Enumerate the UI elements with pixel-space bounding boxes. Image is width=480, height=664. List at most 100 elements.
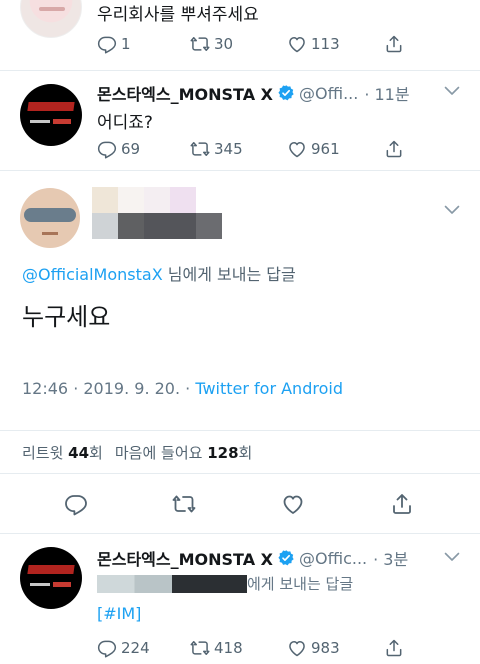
tweet-actions: 69 345 961 bbox=[97, 137, 467, 161]
retweet-count: 30 bbox=[214, 35, 234, 53]
tweet-text: 누구세요 bbox=[22, 303, 111, 331]
heart-icon bbox=[287, 139, 307, 159]
reply-count: 69 bbox=[121, 140, 141, 158]
redacted-handle-block bbox=[118, 213, 144, 239]
reply-to-suffix: 님에게 보내는 답글 bbox=[162, 265, 296, 284]
like-button[interactable]: 961 bbox=[287, 137, 340, 161]
reply-icon bbox=[97, 638, 117, 658]
reply-icon bbox=[97, 139, 117, 159]
tweet-text: 우리회사를 뿌셔주세요 bbox=[97, 5, 259, 25]
like-button[interactable]: 983 bbox=[287, 636, 340, 660]
retweet-stat-count: 44 bbox=[68, 443, 90, 462]
album-logo-shape bbox=[30, 120, 50, 123]
like-stat[interactable]: 마음에 들어요 128회 bbox=[115, 442, 252, 463]
tweet-source-link[interactable]: Twitter for Android bbox=[195, 379, 343, 398]
reply-button[interactable]: 1 bbox=[97, 32, 131, 56]
tweet-text: 어디죠? bbox=[97, 113, 153, 133]
like-button[interactable]: 113 bbox=[287, 32, 340, 56]
hashtag-text[interactable]: [#IM] bbox=[97, 604, 141, 623]
redacted-name-block bbox=[92, 187, 118, 213]
retweet-icon[interactable] bbox=[172, 492, 196, 516]
retweet-stat[interactable]: 리트윗 44회 bbox=[22, 442, 103, 463]
reply-to-handle-link[interactable]: @OfficialMonstaX bbox=[22, 265, 163, 284]
like-stat-label: 마음에 들어요 bbox=[114, 443, 208, 462]
monstax-avatar[interactable] bbox=[20, 547, 82, 609]
retweet-stat-label: 리트윗 bbox=[22, 443, 69, 462]
share-icon bbox=[384, 139, 404, 159]
retweet-icon bbox=[190, 638, 210, 658]
focused-tweet: @OfficialMonstaX 님에게 보내는 답글 누구세요 12:46 ·… bbox=[0, 170, 480, 445]
share-icon bbox=[384, 34, 404, 54]
retweet-button[interactable]: 30 bbox=[190, 32, 233, 56]
chevron-down-icon[interactable] bbox=[444, 86, 460, 96]
share-button[interactable] bbox=[384, 137, 408, 161]
heart-icon bbox=[287, 34, 307, 54]
avatar-mouth-shape bbox=[39, 7, 65, 11]
reply-tweet[interactable]: 몬스타엑스_MONSTA X @Offic... · 3분 에게 보내는 답글 … bbox=[0, 534, 480, 664]
retweet-stat-unit: 회 bbox=[89, 443, 103, 462]
like-count: 113 bbox=[311, 35, 340, 53]
album-logo-shape bbox=[53, 119, 71, 124]
verified-badge-icon bbox=[277, 549, 295, 567]
engagement-stats: 리트윗 44회 마음에 들어요 128회 bbox=[0, 430, 480, 474]
redacted-handle-block bbox=[92, 213, 118, 239]
redacted-name-block bbox=[144, 187, 170, 213]
reply-button[interactable]: 69 bbox=[97, 137, 140, 161]
chevron-down-icon[interactable] bbox=[444, 552, 460, 562]
retweet-button[interactable]: 418 bbox=[190, 636, 243, 660]
share-button[interactable] bbox=[384, 636, 408, 660]
avatar-mouth-shape bbox=[42, 232, 58, 235]
redacted-name-block bbox=[118, 187, 144, 213]
like-count: 983 bbox=[311, 639, 340, 657]
chevron-down-icon[interactable] bbox=[444, 205, 460, 215]
user-avatar[interactable] bbox=[20, 188, 80, 248]
tweet-time: · 11분 bbox=[364, 85, 410, 104]
reply-icon[interactable] bbox=[64, 492, 88, 516]
user-handle[interactable]: @Offi... bbox=[299, 84, 358, 103]
retweet-count: 418 bbox=[214, 639, 243, 657]
heart-icon[interactable] bbox=[281, 492, 305, 516]
like-stat-unit: 회 bbox=[238, 443, 253, 462]
retweet-count: 345 bbox=[214, 140, 243, 158]
album-logo-shape bbox=[27, 565, 75, 574]
replying-to-line: @OfficialMonstaX 님에게 보내는 답글 bbox=[22, 261, 296, 285]
like-stat-count: 128 bbox=[207, 443, 239, 462]
display-name[interactable]: 몬스타엑스_MONSTA X bbox=[97, 81, 273, 105]
heart-icon bbox=[287, 638, 307, 658]
reply-count: 1 bbox=[121, 35, 131, 53]
like-count: 961 bbox=[311, 140, 340, 158]
user-handle[interactable]: @Offic... bbox=[299, 549, 367, 568]
reply-button[interactable]: 224 bbox=[97, 636, 150, 660]
share-icon[interactable] bbox=[390, 492, 414, 516]
redacted-handle-block bbox=[196, 213, 222, 239]
display-name[interactable]: 몬스타엑스_MONSTA X bbox=[97, 546, 273, 570]
reply-count: 224 bbox=[121, 639, 150, 657]
share-icon bbox=[384, 638, 404, 658]
avatar-visor-shape bbox=[24, 208, 76, 222]
tweet-timestamp: 12:46 · 2019. 9. 20. · bbox=[22, 379, 196, 398]
retweet-button[interactable]: 345 bbox=[190, 137, 243, 161]
album-logo-shape bbox=[27, 102, 75, 111]
tweet-1[interactable]: 우리회사를 뿌셔주세요 1 30 113 bbox=[0, 0, 480, 70]
tweet-2[interactable]: 몬스타엑스_MONSTA X @Offi... · 11분 어디죠? 69 34… bbox=[0, 70, 480, 170]
retweet-icon bbox=[190, 139, 210, 159]
tweet-metadata: 12:46 · 2019. 9. 20. · Twitter for Andro… bbox=[22, 379, 343, 398]
album-logo-shape bbox=[30, 583, 50, 586]
share-button[interactable] bbox=[384, 32, 408, 56]
tweet-actions: 224 418 983 bbox=[97, 636, 467, 660]
album-logo-shape bbox=[53, 582, 71, 587]
verified-badge-icon bbox=[277, 84, 295, 102]
monstax-avatar[interactable] bbox=[20, 84, 82, 146]
reply-to-suffix: 에게 보내는 답글 bbox=[247, 575, 354, 593]
redacted-handle-block bbox=[144, 213, 196, 239]
redacted-name-block bbox=[170, 187, 196, 213]
replying-to-line: 에게 보내는 답글 bbox=[97, 573, 353, 594]
tweet-actions: 1 30 113 bbox=[97, 32, 467, 56]
tweet-header: 몬스타엑스_MONSTA X @Offi... · 11분 bbox=[97, 81, 410, 105]
tweet-header: 몬스타엑스_MONSTA X @Offic... · 3분 bbox=[97, 546, 408, 570]
retweet-icon bbox=[190, 34, 210, 54]
focused-tweet-actions bbox=[0, 474, 480, 534]
tweet-time: · 3분 bbox=[373, 550, 409, 569]
user-avatar[interactable] bbox=[20, 0, 82, 38]
reply-icon bbox=[97, 34, 117, 54]
